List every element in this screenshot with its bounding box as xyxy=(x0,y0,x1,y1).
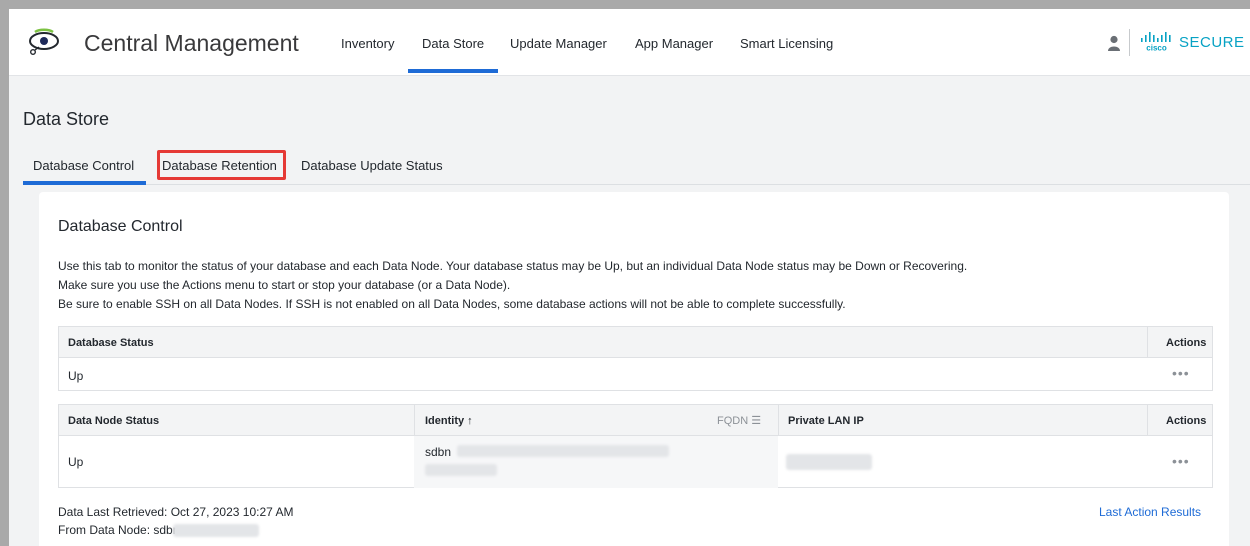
page-title: Data Store xyxy=(23,109,110,129)
redacted-identity xyxy=(457,445,669,457)
header-database-status: Database Status xyxy=(68,337,154,349)
card-title: Database Control xyxy=(58,218,183,235)
brand-divider xyxy=(1129,29,1130,56)
column-divider xyxy=(1147,327,1148,358)
app-window: Central Management Inventory Data Store … xyxy=(9,9,1250,546)
redacted-identity xyxy=(425,464,497,476)
description-line-2: Make sure you use the Actions menu to st… xyxy=(58,278,511,292)
tabs-divider xyxy=(23,184,1250,185)
description-line-1: Use this tab to monitor the status of yo… xyxy=(58,259,968,273)
tab-database-control[interactable]: Database Control xyxy=(33,158,134,173)
data-node-actions-menu[interactable]: ••• xyxy=(1172,453,1190,469)
from-data-node: From Data Node: sdbn xyxy=(58,523,180,537)
nav-update-manager[interactable]: Update Manager xyxy=(510,36,607,51)
header-private-lan-ip: Private LAN IP xyxy=(788,415,864,427)
column-divider xyxy=(1147,405,1148,436)
app-title: Central Management xyxy=(84,30,299,56)
header-actions: Actions xyxy=(1166,415,1207,427)
header-data-node-status: Data Node Status xyxy=(68,415,160,427)
nav-inventory[interactable]: Inventory xyxy=(341,36,394,51)
nav-active-indicator xyxy=(408,69,498,73)
identity-cell-bg xyxy=(414,436,778,488)
tab-database-retention[interactable]: Database Retention xyxy=(162,158,277,173)
column-divider xyxy=(414,405,415,436)
top-nav-bar: Central Management Inventory Data Store … xyxy=(9,9,1250,76)
data-node-status-value: Up xyxy=(68,455,84,469)
cisco-logo-icon: cisco xyxy=(1141,32,1171,53)
data-node-table: Data Node Status Identity ↑ FQDN ☰ Priva… xyxy=(58,404,1213,488)
description-line-3: Be sure to enable SSH on all Data Nodes.… xyxy=(58,297,846,311)
database-actions-menu[interactable]: ••• xyxy=(1172,365,1190,381)
redacted-node-name xyxy=(173,524,259,537)
nav-app-manager[interactable]: App Manager xyxy=(635,36,713,51)
header-actions: Actions xyxy=(1166,337,1207,349)
tab-active-indicator xyxy=(23,181,146,185)
header-identity[interactable]: Identity ↑ xyxy=(425,415,473,427)
database-status-table: Database Status Actions Up ••• xyxy=(58,326,1213,391)
redacted-ip xyxy=(786,454,872,470)
central-management-logo-icon xyxy=(29,28,59,56)
identity-value: sdbn xyxy=(425,445,452,459)
table-header: Data Node Status Identity ↑ FQDN ☰ Priva… xyxy=(59,405,1212,436)
database-status-value: Up xyxy=(68,369,84,383)
brand-secure-text: SECURE xyxy=(1179,34,1245,51)
column-divider xyxy=(778,405,779,436)
nav-smart-licensing[interactable]: Smart Licensing xyxy=(740,36,833,51)
cisco-wordmark: cisco xyxy=(1146,44,1167,53)
fqdn-column-toggle[interactable]: FQDN ☰ xyxy=(717,414,761,427)
table-header: Database Status Actions xyxy=(59,327,1212,358)
tab-database-update-status[interactable]: Database Update Status xyxy=(301,158,443,173)
data-last-retrieved: Data Last Retrieved: Oct 27, 2023 10:27 … xyxy=(58,505,294,519)
nav-data-store[interactable]: Data Store xyxy=(422,36,484,51)
user-icon[interactable] xyxy=(1108,35,1120,51)
database-control-card: Database Control Use this tab to monitor… xyxy=(39,192,1229,546)
last-action-results-link[interactable]: Last Action Results xyxy=(1099,505,1201,519)
